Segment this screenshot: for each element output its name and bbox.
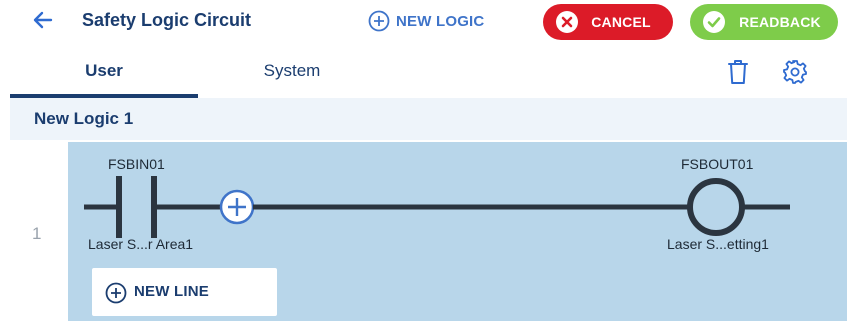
tab-bar: User System [0, 44, 847, 98]
rung-number: 1 [32, 224, 42, 243]
app-header: Safety Logic Circuit NEW LOGIC CANCEL RE… [0, 0, 847, 44]
input-contact-name: FSBIN01 [108, 156, 165, 172]
new-logic-button[interactable]: NEW LOGIC [368, 8, 484, 34]
logic-name: New Logic 1 [34, 109, 134, 128]
page-title: Safety Logic Circuit [82, 10, 252, 30]
tab-system-label: System [263, 61, 321, 80]
tab-user-label: User [85, 61, 123, 80]
settings-button[interactable] [782, 58, 808, 86]
tab-system[interactable]: System [200, 44, 384, 98]
plus-circle-icon [105, 282, 127, 304]
check-circle-icon [703, 11, 725, 33]
tab-user[interactable]: User [10, 44, 198, 98]
trash-icon [728, 60, 748, 84]
delete-button[interactable] [725, 58, 751, 86]
input-contact[interactable] [108, 170, 164, 244]
cancel-button[interactable]: CANCEL [543, 4, 673, 40]
gear-icon [783, 60, 807, 84]
readback-button[interactable]: READBACK [690, 4, 838, 40]
input-contact-description: Laser S...r Area1 [88, 236, 194, 252]
x-circle-icon [556, 11, 578, 33]
new-line-label: NEW LINE [134, 283, 209, 300]
cancel-label: CANCEL [591, 14, 651, 30]
logic-header: New Logic 1 [10, 98, 847, 140]
output-coil-description: Laser S...etting1 [667, 236, 769, 252]
new-line-button[interactable]: NEW LINE [92, 268, 277, 316]
new-logic-label: NEW LOGIC [396, 12, 485, 30]
arrow-left-icon [33, 11, 53, 29]
readback-label: READBACK [739, 14, 821, 30]
output-coil-name: FSBOUT01 [681, 156, 754, 172]
plus-circle-icon [368, 10, 390, 32]
insert-element-button[interactable] [219, 189, 255, 225]
back-button[interactable] [30, 7, 56, 33]
